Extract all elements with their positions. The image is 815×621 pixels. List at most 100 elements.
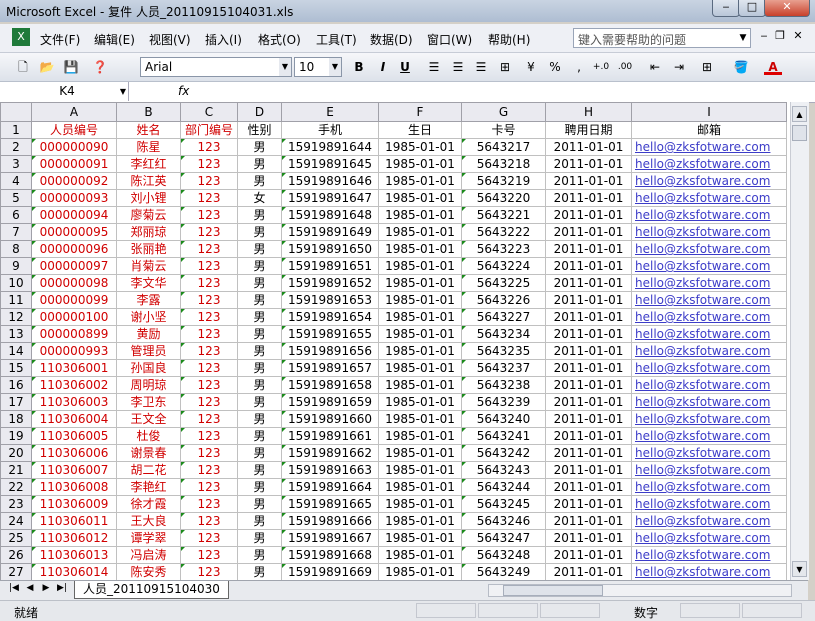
close-button[interactable]: ✕ (764, 0, 810, 17)
row-header[interactable]: 10 (0, 274, 32, 292)
cell[interactable]: 男 (237, 461, 282, 479)
cell[interactable]: 123 (180, 223, 238, 241)
cell[interactable]: 2011-01-01 (545, 172, 632, 190)
header-cell[interactable]: 聘用日期 (545, 121, 632, 139)
cell[interactable]: 5643218 (461, 155, 546, 173)
fx-icon[interactable]: fx (178, 84, 189, 98)
cell[interactable]: 123 (180, 291, 238, 309)
cell[interactable]: 5643242 (461, 444, 546, 462)
cell[interactable]: 2011-01-01 (545, 495, 632, 513)
cell[interactable]: 000000099 (31, 291, 117, 309)
row-header[interactable]: 20 (0, 444, 32, 462)
cell[interactable]: 5643243 (461, 461, 546, 479)
cell[interactable]: 肖菊云 (116, 257, 181, 275)
cell[interactable]: hello@zksfotware.com (631, 495, 787, 513)
cell[interactable]: 5643237 (461, 359, 546, 377)
cell[interactable]: 2011-01-01 (545, 206, 632, 224)
cell[interactable]: 123 (180, 240, 238, 258)
cell[interactable]: 5643240 (461, 410, 546, 428)
cell[interactable]: hello@zksfotware.com (631, 206, 787, 224)
cell[interactable]: 15919891662 (281, 444, 379, 462)
cell[interactable]: 2011-01-01 (545, 410, 632, 428)
cell[interactable]: hello@zksfotware.com (631, 393, 787, 411)
cell[interactable]: 123 (180, 359, 238, 377)
cell[interactable]: 1985-01-01 (378, 512, 462, 530)
cell[interactable]: 123 (180, 325, 238, 343)
cell[interactable]: 管理员 (116, 342, 181, 360)
header-cell[interactable]: 性别 (237, 121, 282, 139)
row-header[interactable]: 5 (0, 189, 32, 207)
cell[interactable]: 5643227 (461, 308, 546, 326)
cell[interactable]: 男 (237, 240, 282, 258)
cell[interactable]: 15919891658 (281, 376, 379, 394)
cell[interactable]: 男 (237, 478, 282, 496)
scroll-up-icon[interactable]: ▲ (792, 106, 807, 122)
cell[interactable]: 谢小坚 (116, 308, 181, 326)
cell[interactable]: 15919891652 (281, 274, 379, 292)
chevron-down-icon[interactable]: ▼ (736, 29, 750, 47)
row-header[interactable]: 1 (0, 121, 32, 139)
cell[interactable]: hello@zksfotware.com (631, 529, 787, 547)
header-cell[interactable]: 姓名 (116, 121, 181, 139)
row-header[interactable]: 17 (0, 393, 32, 411)
column-header[interactable]: E (281, 102, 379, 122)
cell[interactable]: 1985-01-01 (378, 359, 462, 377)
cell[interactable]: hello@zksfotware.com (631, 257, 787, 275)
cell[interactable]: 黄励 (116, 325, 181, 343)
cell[interactable]: 123 (180, 172, 238, 190)
cell[interactable]: 男 (237, 172, 282, 190)
cell[interactable]: 5643239 (461, 393, 546, 411)
cell[interactable]: 男 (237, 410, 282, 428)
cell[interactable]: 000000091 (31, 155, 117, 173)
cell[interactable]: 123 (180, 138, 238, 156)
cell[interactable]: 1985-01-01 (378, 155, 462, 173)
cell[interactable]: 123 (180, 376, 238, 394)
cell[interactable]: hello@zksfotware.com (631, 291, 787, 309)
cell[interactable]: 000000090 (31, 138, 117, 156)
row-header[interactable]: 6 (0, 206, 32, 224)
cell[interactable]: 123 (180, 155, 238, 173)
cell[interactable]: 5643220 (461, 189, 546, 207)
scroll-down-icon[interactable]: ▼ (792, 561, 807, 577)
cell[interactable]: 5643247 (461, 529, 546, 547)
cell[interactable]: hello@zksfotware.com (631, 444, 787, 462)
cell[interactable]: 谭学翠 (116, 529, 181, 547)
cell[interactable]: 15919891650 (281, 240, 379, 258)
cell[interactable]: 110306009 (31, 495, 117, 513)
row-header[interactable]: 4 (0, 172, 32, 190)
cell[interactable]: 1985-01-01 (378, 240, 462, 258)
cell[interactable]: 15919891656 (281, 342, 379, 360)
cell[interactable]: 123 (180, 206, 238, 224)
cell[interactable]: 男 (237, 274, 282, 292)
column-header[interactable]: G (461, 102, 546, 122)
cell[interactable]: 15919891657 (281, 359, 379, 377)
cell[interactable]: 郑丽琼 (116, 223, 181, 241)
cell[interactable]: 张丽艳 (116, 240, 181, 258)
cell[interactable]: 李卫东 (116, 393, 181, 411)
scroll-thumb[interactable] (792, 125, 807, 141)
cell[interactable]: hello@zksfotware.com (631, 189, 787, 207)
column-header[interactable]: D (237, 102, 282, 122)
cell[interactable]: 1985-01-01 (378, 138, 462, 156)
cell[interactable]: 男 (237, 223, 282, 241)
row-header[interactable]: 7 (0, 223, 32, 241)
doc-close-icon[interactable]: ✕ (790, 29, 806, 42)
column-header[interactable]: F (378, 102, 462, 122)
menu-tools[interactable]: 工具(T) (316, 31, 357, 48)
cell[interactable]: 男 (237, 393, 282, 411)
minimize-button[interactable]: ‒ (712, 0, 740, 17)
cell[interactable]: 000000899 (31, 325, 117, 343)
cell[interactable]: 15919891661 (281, 427, 379, 445)
bold-button[interactable]: B (350, 58, 368, 76)
cell[interactable]: 男 (237, 529, 282, 547)
maximize-button[interactable]: □ (738, 0, 766, 17)
cell[interactable]: 2011-01-01 (545, 274, 632, 292)
cell[interactable]: 男 (237, 308, 282, 326)
cell[interactable]: 123 (180, 461, 238, 479)
column-header[interactable]: H (545, 102, 632, 122)
cell[interactable]: 5643244 (461, 478, 546, 496)
align-left-icon[interactable]: ☰ (425, 58, 443, 76)
cell[interactable]: 000000097 (31, 257, 117, 275)
cell[interactable]: 1985-01-01 (378, 546, 462, 564)
header-cell[interactable]: 部门编号 (180, 121, 238, 139)
